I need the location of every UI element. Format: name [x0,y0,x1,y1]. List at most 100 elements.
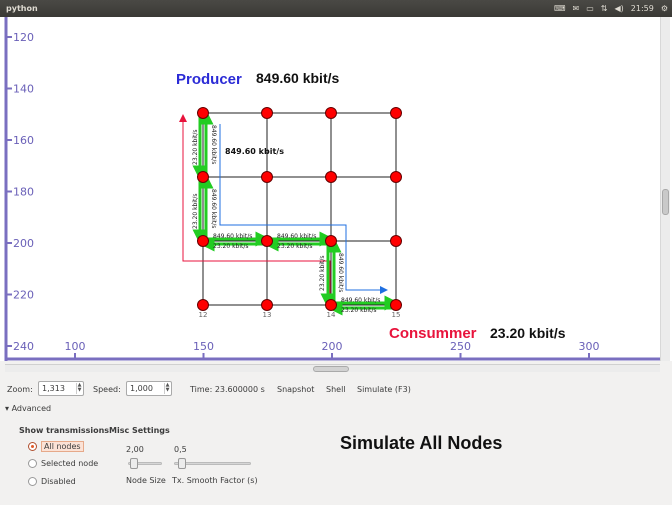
x-tick-label: 300 [579,340,600,353]
advanced-label[interactable]: Advanced [12,404,52,413]
battery-icon[interactable]: ▭ [586,2,594,15]
window-title: python [6,4,38,13]
node[interactable] [390,299,402,311]
edge-label: 849.60 kbit/s [210,125,217,164]
snapshot-button[interactable]: Snapshot [277,385,314,394]
node[interactable] [261,107,273,119]
y-tick-label: 160 [13,134,34,147]
speed-value[interactable]: 1,000 [130,384,153,393]
topology-view[interactable]: 120140160180200220240 100 150 200 250 300 [0,17,660,361]
radio-button[interactable] [28,442,37,451]
radio-label[interactable]: Selected node [41,459,98,468]
radio-button[interactable] [28,477,37,486]
x-tick-label: 150 [193,340,214,353]
smooth-factor-slider-knob[interactable] [177,458,186,469]
radio-label[interactable]: Disabled [41,477,76,486]
horizontal-scrollbar[interactable] [5,364,660,372]
radio-disabled[interactable]: Disabled [28,477,76,486]
node-size-value: 2,00 [126,445,144,454]
keyboard-icon[interactable]: ⌨ [554,2,566,15]
system-tray: ⌨ ✉ ▭ ⇅ ◀) 21:59 ⚙ [554,2,668,15]
mid-rate-label: 849.60 kbit/s [225,147,284,156]
consumer-label: Consummer [389,325,477,342]
horizontal-scroll-thumb[interactable] [313,366,349,372]
volume-icon[interactable]: ◀) [614,2,623,15]
edge-label: 23.20 kbit/s [341,307,377,314]
node[interactable] [197,299,209,311]
misc-settings-title: Misc Settings [109,426,170,435]
speed-spinner[interactable]: 1,000 ▲ ▼ [126,381,172,396]
node[interactable] [261,235,273,247]
vertical-scroll-thumb[interactable] [662,189,669,215]
node-label-13: 13 [263,311,272,319]
y-tick-label: 240 [13,340,34,353]
speed-label: Speed: [93,385,121,394]
edge-label: 23.20 kbit/s [319,255,326,291]
node[interactable] [197,171,209,183]
edge-label: 849.60 kbit/s [337,253,344,292]
radio-selected-node[interactable]: Selected node [28,459,98,468]
node[interactable] [197,107,209,119]
producer-label: Producer [176,71,242,88]
node-label-15: 15 [392,311,401,319]
x-ticks: 100 150 200 250 300 [65,340,600,359]
edge-label: 23.20 kbit/s [192,129,199,165]
y-tick-label: 180 [13,186,34,199]
flow-arrows [192,109,400,316]
y-tick-label: 120 [13,31,34,44]
vertical-scrollbar[interactable] [660,17,670,361]
node[interactable] [261,171,273,183]
smooth-factor-label: Tx. Smooth Factor (s) [172,476,258,485]
consumer-rate: 23.20 kbit/s [490,325,566,341]
y-ticks: 120 140 160 180 200 220 240 [6,31,34,353]
nodes[interactable] [197,107,402,311]
shell-button[interactable]: Shell [326,385,346,394]
node[interactable] [197,235,209,247]
producer-rate: 849.60 kbit/s [256,70,339,86]
show-transmissions-title: Show transmissions [19,426,110,435]
app-window: 120 140 160 180 200 220 240 100 150 200 250 300 [0,17,672,505]
node[interactable] [325,299,337,311]
edge-label: 23.20 kbit/s [277,243,313,250]
node[interactable] [390,107,402,119]
radio-label[interactable]: All nodes [41,441,84,452]
x-tick-label: 200 [322,340,343,353]
smooth-factor-value: 0,5 [174,445,187,454]
network-icon[interactable]: ⇅ [601,2,608,15]
zoom-spinner[interactable]: 1,313 ▲ ▼ [38,381,84,396]
mail-icon[interactable]: ✉ [573,2,580,15]
advanced-panel: Show transmissions All nodes Selected no… [0,417,672,505]
clock[interactable]: 21:59 [631,2,654,15]
spinner-arrows-icon[interactable]: ▲ ▼ [164,383,170,394]
grid-edges [202,112,397,306]
title-bar: python ⌨ ✉ ▭ ⇅ ◀) 21:59 ⚙ [0,0,672,17]
node[interactable] [390,235,402,247]
node[interactable] [261,299,273,311]
edge-label: 849.60 kbit/s [213,233,252,240]
node-label-14: 14 [327,311,336,319]
edge-label: 849.60 kbit/s [210,189,217,228]
advanced-expander[interactable]: ▾ Advanced [5,404,51,413]
node-label-12: 12 [199,311,208,319]
zoom-value[interactable]: 1,313 [42,384,65,393]
edge-label: 849.60 kbit/s [277,233,316,240]
expander-triangle-icon[interactable]: ▾ [5,404,9,413]
time-display: Time: 23.600000 s [190,385,265,394]
y-tick-label: 220 [13,289,34,302]
edge-label: 23.20 kbit/s [213,243,249,250]
y-tick-label: 200 [13,237,34,250]
gear-icon[interactable]: ⚙ [661,2,668,15]
node[interactable] [325,107,337,119]
edge-label: 849.60 kbit/s [341,297,380,304]
radio-button[interactable] [28,459,37,468]
simulate-button[interactable]: Simulate (F3) [357,385,411,394]
radio-all-nodes[interactable]: All nodes [28,441,84,452]
spinner-arrows-icon[interactable]: ▲ ▼ [76,383,82,394]
node[interactable] [325,171,337,183]
node-size-slider-knob[interactable] [129,458,138,469]
node[interactable] [390,171,402,183]
network-canvas[interactable]: 120 140 160 180 200 220 240 100 150 200 250 300 [0,17,672,361]
node[interactable] [325,235,337,247]
edge-label: 23.20 kbit/s [192,193,199,229]
zoom-label: Zoom: [7,385,33,394]
